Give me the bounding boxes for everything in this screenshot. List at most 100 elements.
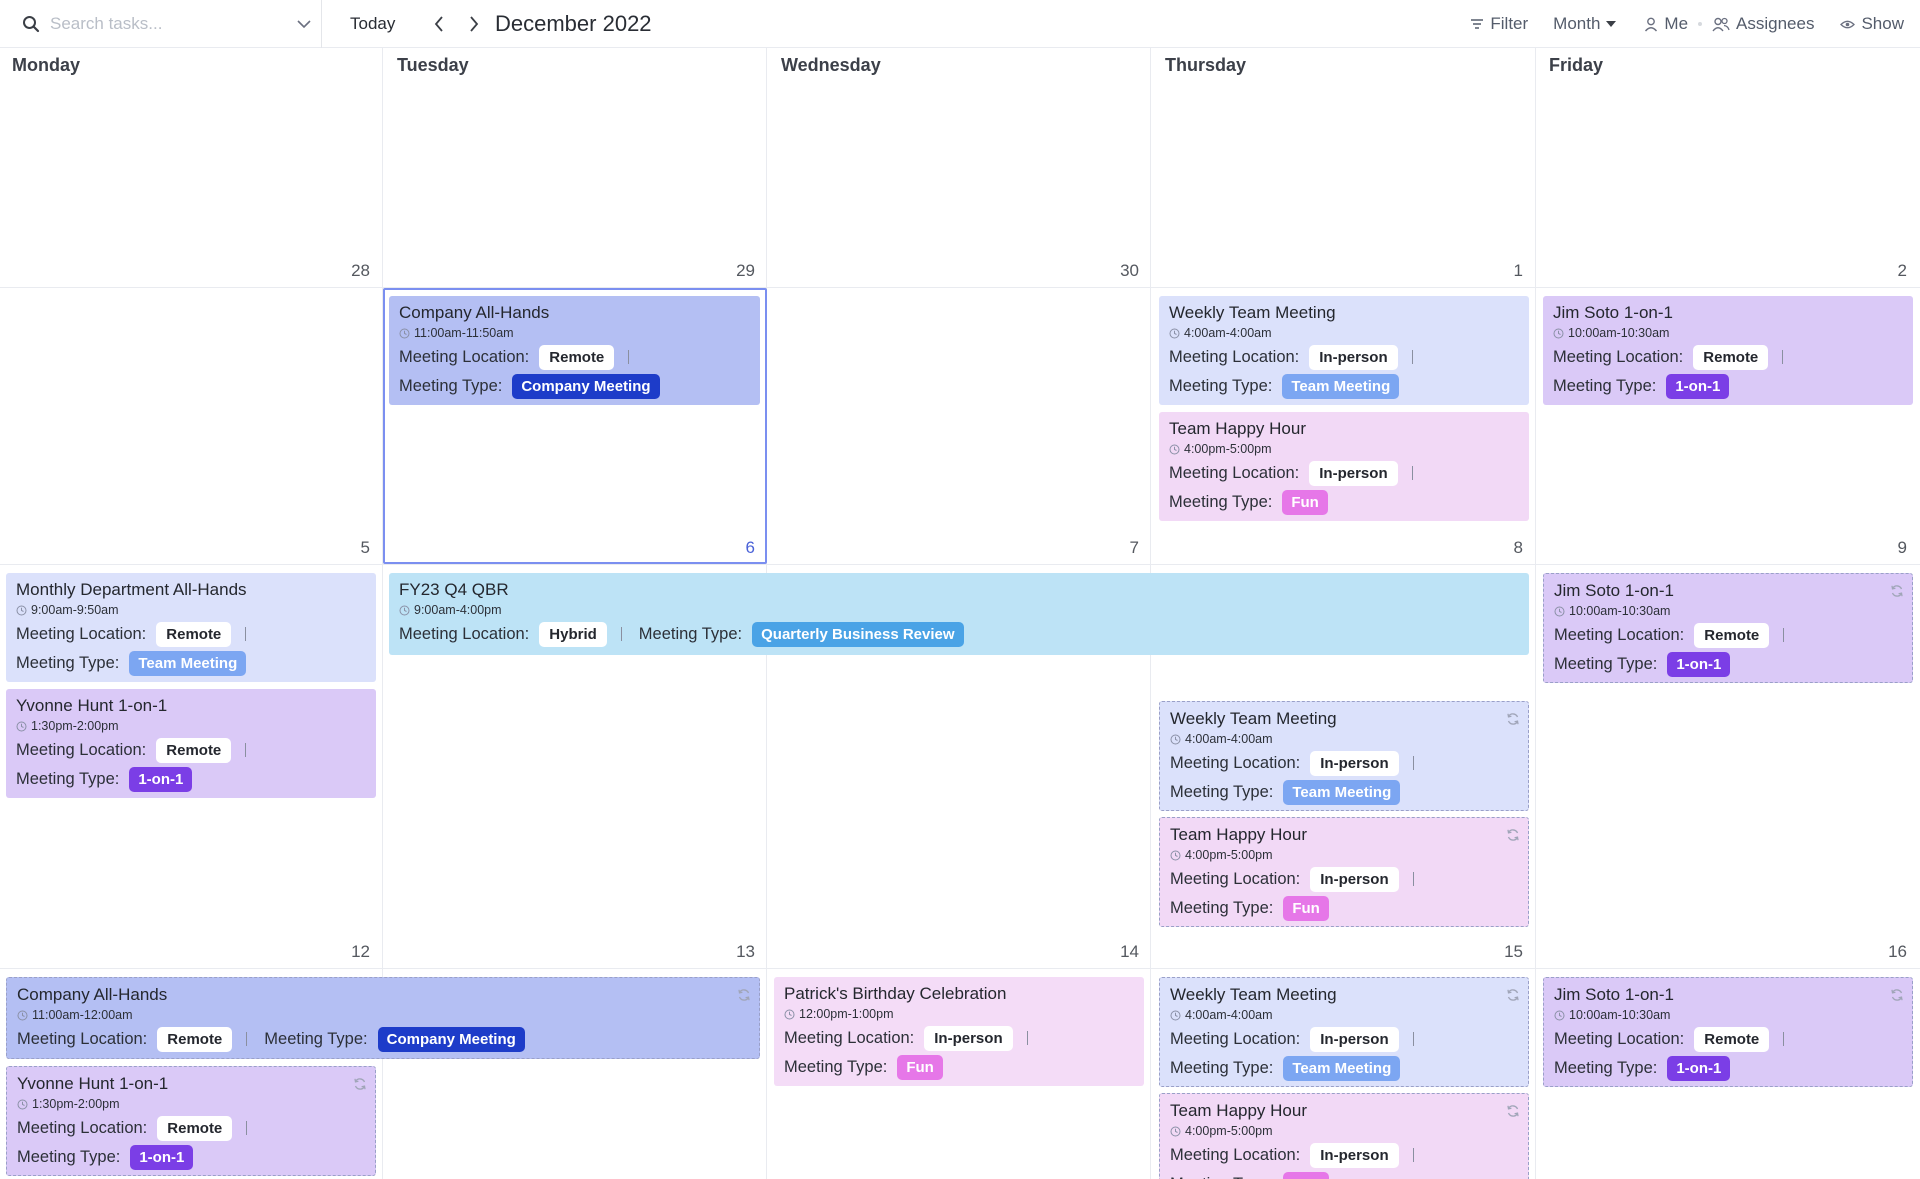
day-number[interactable]: 7 [1099, 538, 1139, 558]
next-month-button[interactable] [462, 0, 486, 48]
location-value[interactable]: Remote [157, 1115, 233, 1141]
day-number[interactable]: 13 [715, 942, 755, 962]
location-value[interactable]: Remote [539, 344, 615, 370]
chevron-down-icon[interactable] [296, 16, 312, 32]
type-tag[interactable]: Team Meeting [1283, 779, 1401, 805]
event-card[interactable]: Jim Soto 1-on-1 10:00am-10:30am Meeting … [1543, 296, 1913, 405]
location-value[interactable]: Remote [1694, 622, 1770, 648]
type-tag[interactable]: Fun [1283, 895, 1329, 921]
day-number[interactable]: 29 [715, 261, 755, 281]
event-card-recurring[interactable]: Jim Soto 1-on-1 10:00am-10:30am Meeting … [1543, 573, 1913, 683]
event-card-recurring[interactable]: Weekly Team Meeting 4:00am-4:00am Meetin… [1159, 977, 1529, 1087]
location-value[interactable]: Hybrid [539, 621, 607, 647]
event-card[interactable]: Patrick's Birthday Celebration 12:00pm-1… [774, 977, 1144, 1086]
me-filter-button[interactable]: Me [1644, 14, 1688, 34]
event-card-recurring[interactable]: Weekly Team Meeting 4:00am-4:00am Meetin… [1159, 701, 1529, 811]
field-separator [1412, 756, 1414, 770]
type-label: Meeting Type: [16, 769, 120, 788]
location-label: Meeting Location: [16, 624, 147, 643]
event-card[interactable]: Yvonne Hunt 1-on-1 1:30pm-2:00pm Meeting… [6, 689, 376, 798]
location-value[interactable]: In-person [1310, 1026, 1399, 1052]
event-card[interactable]: Weekly Team Meeting 4:00am-4:00am Meetin… [1159, 296, 1529, 405]
location-value[interactable]: Remote [156, 737, 232, 763]
field-separator [620, 627, 622, 641]
type-tag[interactable]: Fun [1283, 1171, 1329, 1179]
type-tag[interactable]: Fun [897, 1054, 943, 1080]
event-card[interactable]: Monthly Department All-Hands 9:00am-9:50… [6, 573, 376, 682]
day-number[interactable]: 28 [330, 261, 370, 281]
type-tag[interactable]: Quarterly Business Review [752, 621, 964, 647]
event-title: Yvonne Hunt 1-on-1 [16, 696, 168, 715]
day-number[interactable]: 2 [1867, 261, 1907, 281]
event-time: 10:00am-10:30am [1554, 604, 1902, 618]
event-title: Weekly Team Meeting [1169, 303, 1336, 322]
recurring-icon [1507, 1105, 1519, 1117]
assignees-button[interactable]: Assignees [1712, 14, 1814, 34]
location-value[interactable]: In-person [1309, 460, 1398, 486]
event-card-multiday[interactable]: FY23 Q4 QBR 9:00am-4:00pm Meeting Locati… [389, 573, 1529, 655]
type-tag[interactable]: Company Meeting [377, 1026, 525, 1052]
caret-down-icon [1606, 21, 1617, 27]
type-label: Meeting Type: [1170, 782, 1274, 801]
location-value[interactable]: In-person [1309, 344, 1398, 370]
location-value[interactable]: In-person [1310, 1142, 1399, 1168]
type-tag[interactable]: Fun [1282, 489, 1328, 515]
location-value[interactable]: In-person [1310, 866, 1399, 892]
day-number-today[interactable]: 6 [715, 538, 755, 558]
event-location-row: Meeting Location: Remote [1553, 344, 1903, 370]
location-value[interactable]: Remote [1694, 1026, 1770, 1052]
type-tag[interactable]: Team Meeting [1282, 373, 1400, 399]
month-title: December 2022 [495, 11, 652, 36]
event-fields-row: Meeting Location: Remote Meeting Type: Comp… [17, 1026, 749, 1052]
day-number[interactable]: 12 [330, 942, 370, 962]
event-type-row: Meeting Type: 1-on-1 [1554, 1055, 1902, 1081]
show-button[interactable]: Show [1840, 14, 1904, 34]
location-value[interactable]: In-person [1310, 750, 1399, 776]
event-time-text: 1:30pm-2:00pm [31, 719, 119, 733]
event-card-recurring[interactable]: Company All-Hands 11:00am-12:00am Meetin… [6, 977, 760, 1059]
event-card-recurring[interactable]: Team Happy Hour 4:00pm-5:00pm Meeting Lo… [1159, 1093, 1529, 1179]
event-type-row: Meeting Type: Team Meeting [16, 650, 366, 676]
type-tag[interactable]: Company Meeting [512, 373, 660, 399]
event-type-row: Meeting Type: 1-on-1 [1554, 651, 1902, 677]
event-location-row: Meeting Location: In-person [784, 1025, 1134, 1051]
type-tag[interactable]: 1-on-1 [129, 766, 193, 792]
day-number[interactable]: 30 [1099, 261, 1139, 281]
event-card[interactable]: Team Happy Hour 4:00pm-5:00pm Meeting Lo… [1159, 412, 1529, 521]
day-number[interactable]: 8 [1483, 538, 1523, 558]
day-number[interactable]: 5 [330, 538, 370, 558]
location-value[interactable]: Remote [157, 1026, 233, 1052]
location-value[interactable]: Remote [156, 621, 232, 647]
type-tag[interactable]: 1-on-1 [1667, 1055, 1731, 1081]
event-card-recurring[interactable]: Yvonne Hunt 1-on-1 1:30pm-2:00pm Meeting… [6, 1066, 376, 1176]
event-time-text: 11:00am-12:00am [32, 1008, 133, 1022]
filter-button[interactable]: Filter [1470, 14, 1528, 34]
day-number[interactable]: 14 [1099, 942, 1139, 962]
type-tag[interactable]: Team Meeting [1283, 1055, 1401, 1081]
day-number[interactable]: 9 [1867, 538, 1907, 558]
previous-month-button[interactable] [427, 0, 451, 48]
type-tag[interactable]: Team Meeting [129, 650, 247, 676]
type-tag[interactable]: 1-on-1 [1666, 373, 1730, 399]
location-value[interactable]: Remote [1693, 344, 1769, 370]
day-number[interactable]: 16 [1867, 942, 1907, 962]
recurring-icon [1507, 829, 1519, 841]
today-button[interactable]: Today [350, 0, 395, 48]
type-tag[interactable]: 1-on-1 [130, 1144, 194, 1170]
event-location-row: Meeting Location: Remote [17, 1115, 365, 1141]
location-value[interactable]: In-person [924, 1025, 1013, 1051]
search-input[interactable] [50, 14, 290, 34]
event-time-text: 10:00am-10:30am [1568, 326, 1670, 340]
day-number[interactable]: 15 [1483, 942, 1523, 962]
type-label: Meeting Type: [1170, 1175, 1273, 1179]
day-number[interactable]: 1 [1483, 261, 1523, 281]
event-card[interactable]: Company All-Hands 11:00am-11:50am Meetin… [389, 296, 760, 405]
event-card-recurring[interactable]: Jim Soto 1-on-1 10:00am-10:30am Meeting … [1543, 977, 1913, 1087]
clock-icon [1170, 850, 1181, 860]
event-card-recurring[interactable]: Team Happy Hour 4:00pm-5:00pm Meeting Lo… [1159, 817, 1529, 927]
event-title: Monthly Department All-Hands [16, 580, 247, 599]
view-mode-dropdown[interactable]: Month [1553, 14, 1617, 34]
type-label: Meeting Type: [264, 1029, 368, 1048]
toolbar-right-group: Filter Month Me Assignees Show [1470, 0, 1904, 48]
type-tag[interactable]: 1-on-1 [1667, 651, 1731, 677]
